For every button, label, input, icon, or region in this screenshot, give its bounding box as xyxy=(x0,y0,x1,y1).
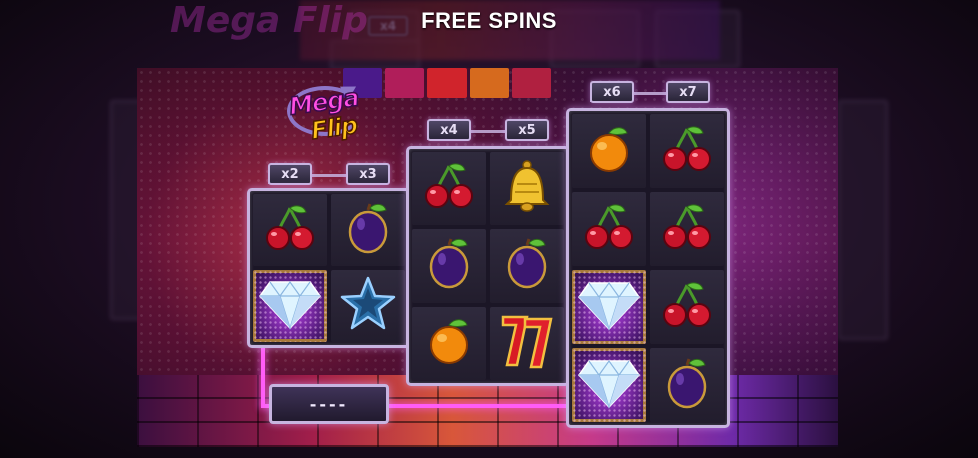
reel-cell xyxy=(490,152,564,226)
reel-cell xyxy=(490,229,564,303)
cherry-icon xyxy=(659,277,715,338)
reel-cell xyxy=(650,192,724,266)
reel-cell xyxy=(572,114,646,188)
reel-cell xyxy=(253,270,327,342)
multiplier-tag: x7 xyxy=(666,81,710,103)
reel-cell xyxy=(412,152,486,226)
reel-cell xyxy=(412,306,486,380)
win-display: ---- xyxy=(269,384,389,424)
plum-icon xyxy=(499,235,555,296)
mega-flip-logo: Mega Flip xyxy=(285,79,367,146)
diamond-icon xyxy=(258,276,322,337)
cherry-icon xyxy=(581,199,637,260)
star-icon xyxy=(338,274,398,339)
reel-cell xyxy=(490,306,564,380)
reel-cell xyxy=(650,348,724,422)
multiplier-tag: x4 xyxy=(427,119,471,141)
cherry-icon xyxy=(659,121,715,182)
top-color-bars xyxy=(343,68,552,98)
multiplier-tag: x2 xyxy=(268,163,312,185)
reel-cell xyxy=(253,194,327,266)
reel-block-2 xyxy=(406,146,570,386)
reel-cell xyxy=(650,114,724,188)
multiplier-tag: x3 xyxy=(346,163,390,185)
free-spins-title: FREE SPINS xyxy=(421,8,557,33)
seven-icon xyxy=(497,309,557,378)
reels-panel: Mega Flip x2 x3 x4 x5 x6 x7 ---- xyxy=(137,68,838,447)
reel-cell xyxy=(650,270,724,344)
reel-cell xyxy=(572,270,646,344)
reel-cell xyxy=(412,229,486,303)
cherry-icon xyxy=(262,200,318,261)
reel-cell xyxy=(331,194,405,266)
multiplier-tag: x5 xyxy=(505,119,549,141)
orange-icon xyxy=(581,121,637,182)
bell-icon xyxy=(497,156,557,221)
orange-icon xyxy=(421,313,477,374)
diamond-icon xyxy=(577,355,641,416)
diamond-icon xyxy=(577,277,641,338)
reel-block-1 xyxy=(247,188,411,348)
reel-cell xyxy=(572,348,646,422)
plum-icon xyxy=(421,235,477,296)
multiplier-tag: x6 xyxy=(590,81,634,103)
game-screen: Mega Flip x4 FREE SPINS Mega Flip x2 x3 xyxy=(0,0,978,458)
cherry-icon xyxy=(659,199,715,260)
cherry-icon xyxy=(421,158,477,219)
plum-icon xyxy=(340,200,396,261)
logo-text-flip: Flip xyxy=(309,110,360,146)
reel-cell xyxy=(572,192,646,266)
plum-icon xyxy=(659,355,715,416)
reel-cell xyxy=(331,270,405,342)
reel-block-3 xyxy=(566,108,730,428)
